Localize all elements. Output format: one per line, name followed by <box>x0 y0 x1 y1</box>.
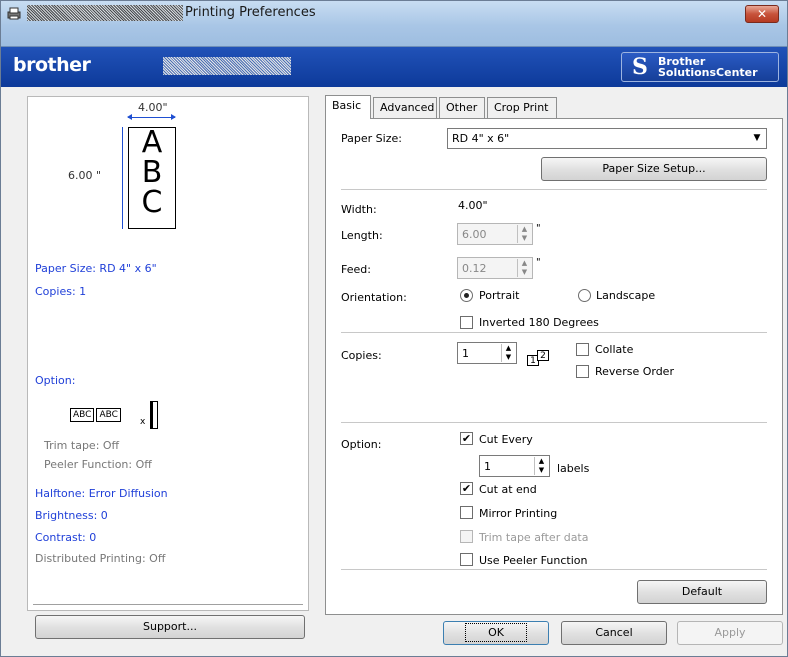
summary-copies: Copies: 1 <box>35 285 87 298</box>
support-button[interactable]: Support... <box>35 615 305 639</box>
tab-advanced[interactable]: Advanced <box>373 97 437 119</box>
cut-every-stepper[interactable]: 1 ▲ ▼ <box>479 455 550 477</box>
height-arrow-icon <box>122 127 123 229</box>
preview-letter: A <box>141 125 163 160</box>
spin-arrows-icon: ▲ ▼ <box>534 457 548 475</box>
preview-letter: C <box>141 185 163 220</box>
length-value: 6.00 <box>462 228 487 241</box>
printing-preferences-window: Printing Preferences ✕ brother S Brother… <box>0 0 788 657</box>
solutions-center-line2: SolutionsCenter <box>658 66 758 79</box>
copies-value: 1 <box>462 347 469 360</box>
portrait-radio[interactable] <box>460 289 473 302</box>
chevron-down-icon: ▼ <box>753 133 761 143</box>
summary-option-heading: Option: <box>35 374 76 387</box>
landscape-label: Landscape <box>596 289 656 302</box>
summary-trim-tape: Trim tape: Off <box>44 439 120 452</box>
close-button[interactable]: ✕ <box>745 5 779 23</box>
summary-peeler: Peeler Function: Off <box>44 458 152 471</box>
cut-every-value: 1 <box>484 460 491 473</box>
abc-label-icon: ABC <box>70 408 95 422</box>
tab-other[interactable]: Other <box>439 97 485 119</box>
redacted-model-name <box>163 57 291 75</box>
option-label: Option: <box>341 438 382 451</box>
mirror-printing-label: Mirror Printing <box>479 507 558 520</box>
summary-brightness: Brightness: 0 <box>35 509 108 522</box>
option-preview-icons: ABC ABC x <box>70 401 180 431</box>
feed-unit: " <box>536 257 541 268</box>
use-peeler-checkbox[interactable] <box>460 553 473 566</box>
spin-arrows-icon: ▲ ▼ <box>517 259 531 277</box>
length-unit: " <box>536 223 541 234</box>
close-icon: ✕ <box>756 7 768 21</box>
preview-letter: B <box>141 155 163 190</box>
brand-bar: brother S Brother SolutionsCenter <box>1 47 787 87</box>
feed-label: Feed: <box>341 263 371 276</box>
summary-contrast: Contrast: 0 <box>35 531 97 544</box>
brother-logo: brother <box>13 54 91 76</box>
length-stepper[interactable]: 6.00 ▲ ▼ <box>457 223 533 245</box>
portrait-label: Portrait <box>479 289 520 302</box>
peeler-icon <box>150 401 158 429</box>
title-bar: Printing Preferences ✕ <box>1 1 787 47</box>
labels-suffix: labels <box>557 462 590 475</box>
summary-distributed: Distributed Printing: Off <box>35 552 166 565</box>
ok-label: OK <box>465 623 527 642</box>
printer-icon <box>7 7 21 20</box>
paper-size-label: Paper Size: <box>341 132 402 145</box>
spin-arrows-icon: ▲ ▼ <box>501 344 515 362</box>
label-preview: A B C <box>128 127 176 229</box>
cut-every-checkbox[interactable]: ✔ <box>460 432 473 445</box>
apply-button[interactable]: Apply <box>677 621 783 645</box>
reverse-order-label: Reverse Order <box>595 365 674 378</box>
divider <box>341 332 767 333</box>
abc-label-icon: ABC <box>96 408 121 422</box>
landscape-radio[interactable] <box>578 289 591 302</box>
paper-size-setup-button[interactable]: Paper Size Setup... <box>541 157 767 181</box>
inverted-label: Inverted 180 Degrees <box>479 316 599 329</box>
summary-paper-size: Paper Size: RD 4" x 6" <box>35 262 157 275</box>
summary-halftone: Halftone: Error Diffusion <box>35 487 168 500</box>
tab-basic[interactable]: Basic <box>325 95 371 119</box>
orientation-label: Orientation: <box>341 291 407 304</box>
window-title: Printing Preferences <box>185 5 316 20</box>
preview-panel: 4.00" 6.00 " A B C Paper Size: RD 4" x 6… <box>27 96 309 611</box>
feed-value: 0.12 <box>462 262 487 275</box>
solutions-center-button[interactable]: S Brother SolutionsCenter <box>621 52 779 82</box>
collate-checkbox[interactable] <box>576 343 589 356</box>
feed-stepper[interactable]: 0.12 ▲ ▼ <box>457 257 533 279</box>
divider <box>341 569 767 570</box>
spin-arrows-icon: ▲ ▼ <box>517 225 531 243</box>
width-label: Width: <box>341 203 377 216</box>
paper-size-value: RD 4" x 6" <box>452 132 510 145</box>
cut-at-end-label: Cut at end <box>479 483 537 496</box>
preview-width-label: 4.00" <box>138 101 168 114</box>
use-peeler-label: Use Peeler Function <box>479 554 588 567</box>
mirror-printing-checkbox[interactable] <box>460 506 473 519</box>
cut-at-end-checkbox[interactable]: ✔ <box>460 482 473 495</box>
preview-height-label: 6.00 " <box>68 169 102 182</box>
collate-icon: 1 2 <box>527 350 561 368</box>
inverted-checkbox[interactable] <box>460 316 473 329</box>
cancel-button[interactable]: Cancel <box>561 621 667 645</box>
trim-tape-label: Trim tape after data <box>479 531 589 544</box>
ok-button[interactable]: OK <box>443 621 549 645</box>
divider <box>341 422 767 423</box>
solutions-center-icon: S <box>632 54 648 80</box>
cut-every-label: Cut Every <box>479 433 533 446</box>
copies-stepper[interactable]: 1 ▲ ▼ <box>457 342 517 364</box>
length-label: Length: <box>341 229 383 242</box>
default-button[interactable]: Default <box>637 580 767 604</box>
collate-label: Collate <box>595 343 634 356</box>
reverse-order-checkbox[interactable] <box>576 365 589 378</box>
divider <box>341 189 767 190</box>
paper-size-select[interactable]: RD 4" x 6" ▼ <box>447 128 767 149</box>
tab-crop-print[interactable]: Crop Print <box>487 97 557 119</box>
redacted-printer-name <box>27 5 183 21</box>
width-arrow-icon <box>127 114 176 120</box>
trim-tape-checkbox[interactable] <box>460 530 473 543</box>
cut-mark-icon: x <box>140 417 146 427</box>
copies-label: Copies: <box>341 349 382 362</box>
width-value: 4.00" <box>458 199 488 212</box>
divider <box>33 604 303 605</box>
